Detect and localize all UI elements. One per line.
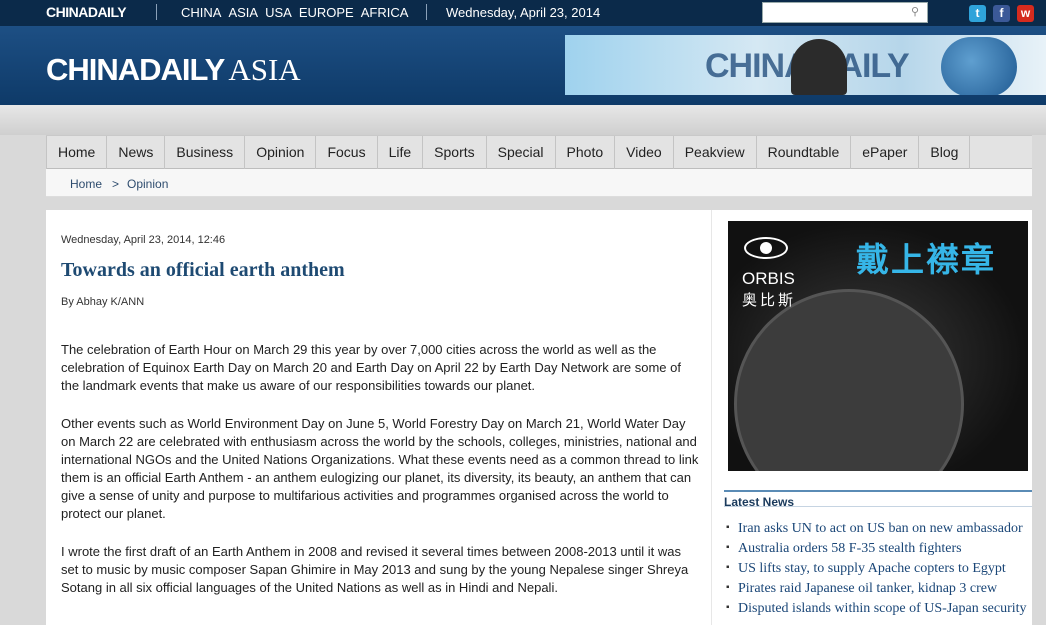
region-link-china[interactable]: CHINA <box>181 5 221 20</box>
current-date: Wednesday, April 23, 2014 <box>446 5 601 20</box>
site-header: CHINADAILY ASIA CHINA DAILY <box>0 26 1046 105</box>
nav-item-photo[interactable]: Photo <box>556 136 616 169</box>
search-icon[interactable]: ⚲ <box>911 5 919 18</box>
divider <box>426 4 427 20</box>
orbis-eye-icon <box>744 237 788 259</box>
latest-news-item[interactable]: Australia orders 58 F-35 stealth fighter… <box>726 541 1032 561</box>
latest-news-item[interactable]: Iran asks UN to act on US ban on new amb… <box>726 521 1032 541</box>
china-daily-small-logo[interactable]: CHINADAILY <box>46 4 127 20</box>
article: Wednesday, April 23, 2014, 12:46 Towards… <box>46 210 711 625</box>
top-bar: CHINADAILY CHINA ASIA USA EUROPE AFRICA … <box>0 0 1046 26</box>
nav-item-opinion[interactable]: Opinion <box>245 136 317 169</box>
latest-news-item[interactable]: Pirates raid Japanese oil tanker, kidnap… <box>726 581 1032 601</box>
latest-news-heading: Latest News <box>724 495 795 509</box>
divider <box>156 4 157 20</box>
nav-item-blog[interactable]: Blog <box>919 136 971 169</box>
region-link-europe[interactable]: EUROPE <box>299 5 354 20</box>
breadcrumb-home[interactable]: Home <box>70 177 102 191</box>
ad-headline: 戴上襟章 <box>856 241 996 278</box>
article-paragraph: Other events such as World Environment D… <box>61 416 699 521</box>
article-byline: By Abhay K/ANN <box>61 296 145 308</box>
china-daily-asia-logo[interactable]: CHINADAILY ASIA <box>46 52 301 88</box>
nav-item-home[interactable]: Home <box>46 136 108 169</box>
header-band <box>0 105 1046 135</box>
brand-main: CHINADAILY <box>46 52 225 87</box>
article-datetime: Wednesday, April 23, 2014, 12:46 <box>61 234 226 246</box>
breadcrumb-opinion[interactable]: Opinion <box>127 177 168 191</box>
ad-orbis-cn-text: 奥比斯 <box>742 292 797 309</box>
nav-item-video[interactable]: Video <box>615 136 674 169</box>
main-nav: Home News Business Opinion Focus Life Sp… <box>46 135 1032 169</box>
nav-item-focus[interactable]: Focus <box>316 136 378 169</box>
nav-item-life[interactable]: Life <box>378 136 424 169</box>
nav-item-sports[interactable]: Sports <box>423 136 487 169</box>
search-input[interactable] <box>763 3 903 22</box>
sidebar: ORBIS 奥比斯 戴上襟章 Latest News Iran asks UN … <box>712 210 1032 625</box>
region-link-usa[interactable]: USA <box>265 5 292 20</box>
orbis-ad-banner[interactable]: ORBIS 奥比斯 戴上襟章 <box>728 221 1028 471</box>
ad-orbis-text: ORBIS <box>742 269 795 288</box>
brand-suffix: ASIA <box>228 52 301 87</box>
nav-item-epaper[interactable]: ePaper <box>851 136 920 169</box>
breadcrumb-separator: > <box>112 177 120 191</box>
ad-badge-graphic <box>734 289 964 471</box>
globe-icon <box>941 37 1017 95</box>
facebook-icon[interactable]: f <box>993 5 1010 22</box>
weibo-icon[interactable]: w <box>1017 5 1034 22</box>
region-links: CHINA ASIA USA EUROPE AFRICA <box>181 5 408 20</box>
latest-news-item[interactable]: Disputed islands within scope of US-Japa… <box>726 601 1032 621</box>
latest-news-item[interactable]: US lifts stay, to supply Apache copters … <box>726 561 1032 581</box>
header-banner-image[interactable]: CHINA DAILY <box>565 35 1046 95</box>
breadcrumb: Home > Opinion <box>46 169 1032 197</box>
search-box: ⚲ <box>762 2 928 23</box>
banner-person-silhouette <box>791 39 847 95</box>
nav-item-news[interactable]: News <box>107 136 166 169</box>
region-link-asia[interactable]: ASIA <box>228 5 258 20</box>
twitter-icon[interactable]: t <box>969 5 986 22</box>
latest-news-list: Iran asks UN to act on US ban on new amb… <box>726 521 1032 621</box>
nav-item-business[interactable]: Business <box>165 136 246 169</box>
article-paragraph: I wrote the first draft of an Earth Anth… <box>61 544 689 595</box>
nav-item-special[interactable]: Special <box>487 136 556 169</box>
article-title: Towards an official earth anthem <box>61 259 345 281</box>
nav-item-roundtable[interactable]: Roundtable <box>757 136 852 169</box>
latest-news-header: Latest News <box>724 490 1032 509</box>
nav-item-peakview[interactable]: Peakview <box>674 136 757 169</box>
region-link-africa[interactable]: AFRICA <box>361 5 409 20</box>
article-paragraph: The celebration of Earth Hour on March 2… <box>61 342 681 393</box>
